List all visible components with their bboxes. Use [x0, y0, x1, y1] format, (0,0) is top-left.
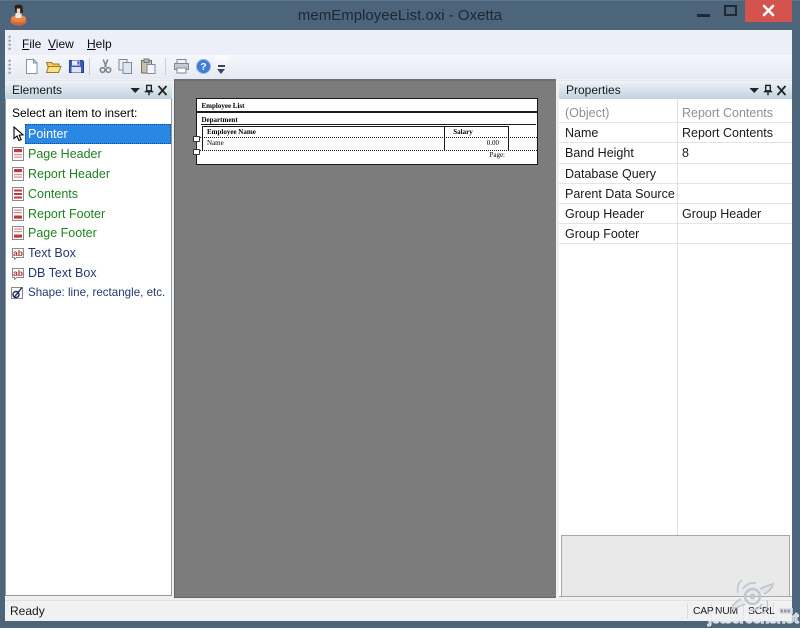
svg-text:ab: ab — [13, 248, 23, 258]
svg-text:jetscreenshot: jetscreenshot — [707, 611, 799, 627]
svg-text:ab: ab — [13, 268, 23, 278]
svg-text:?: ? — [200, 61, 206, 73]
